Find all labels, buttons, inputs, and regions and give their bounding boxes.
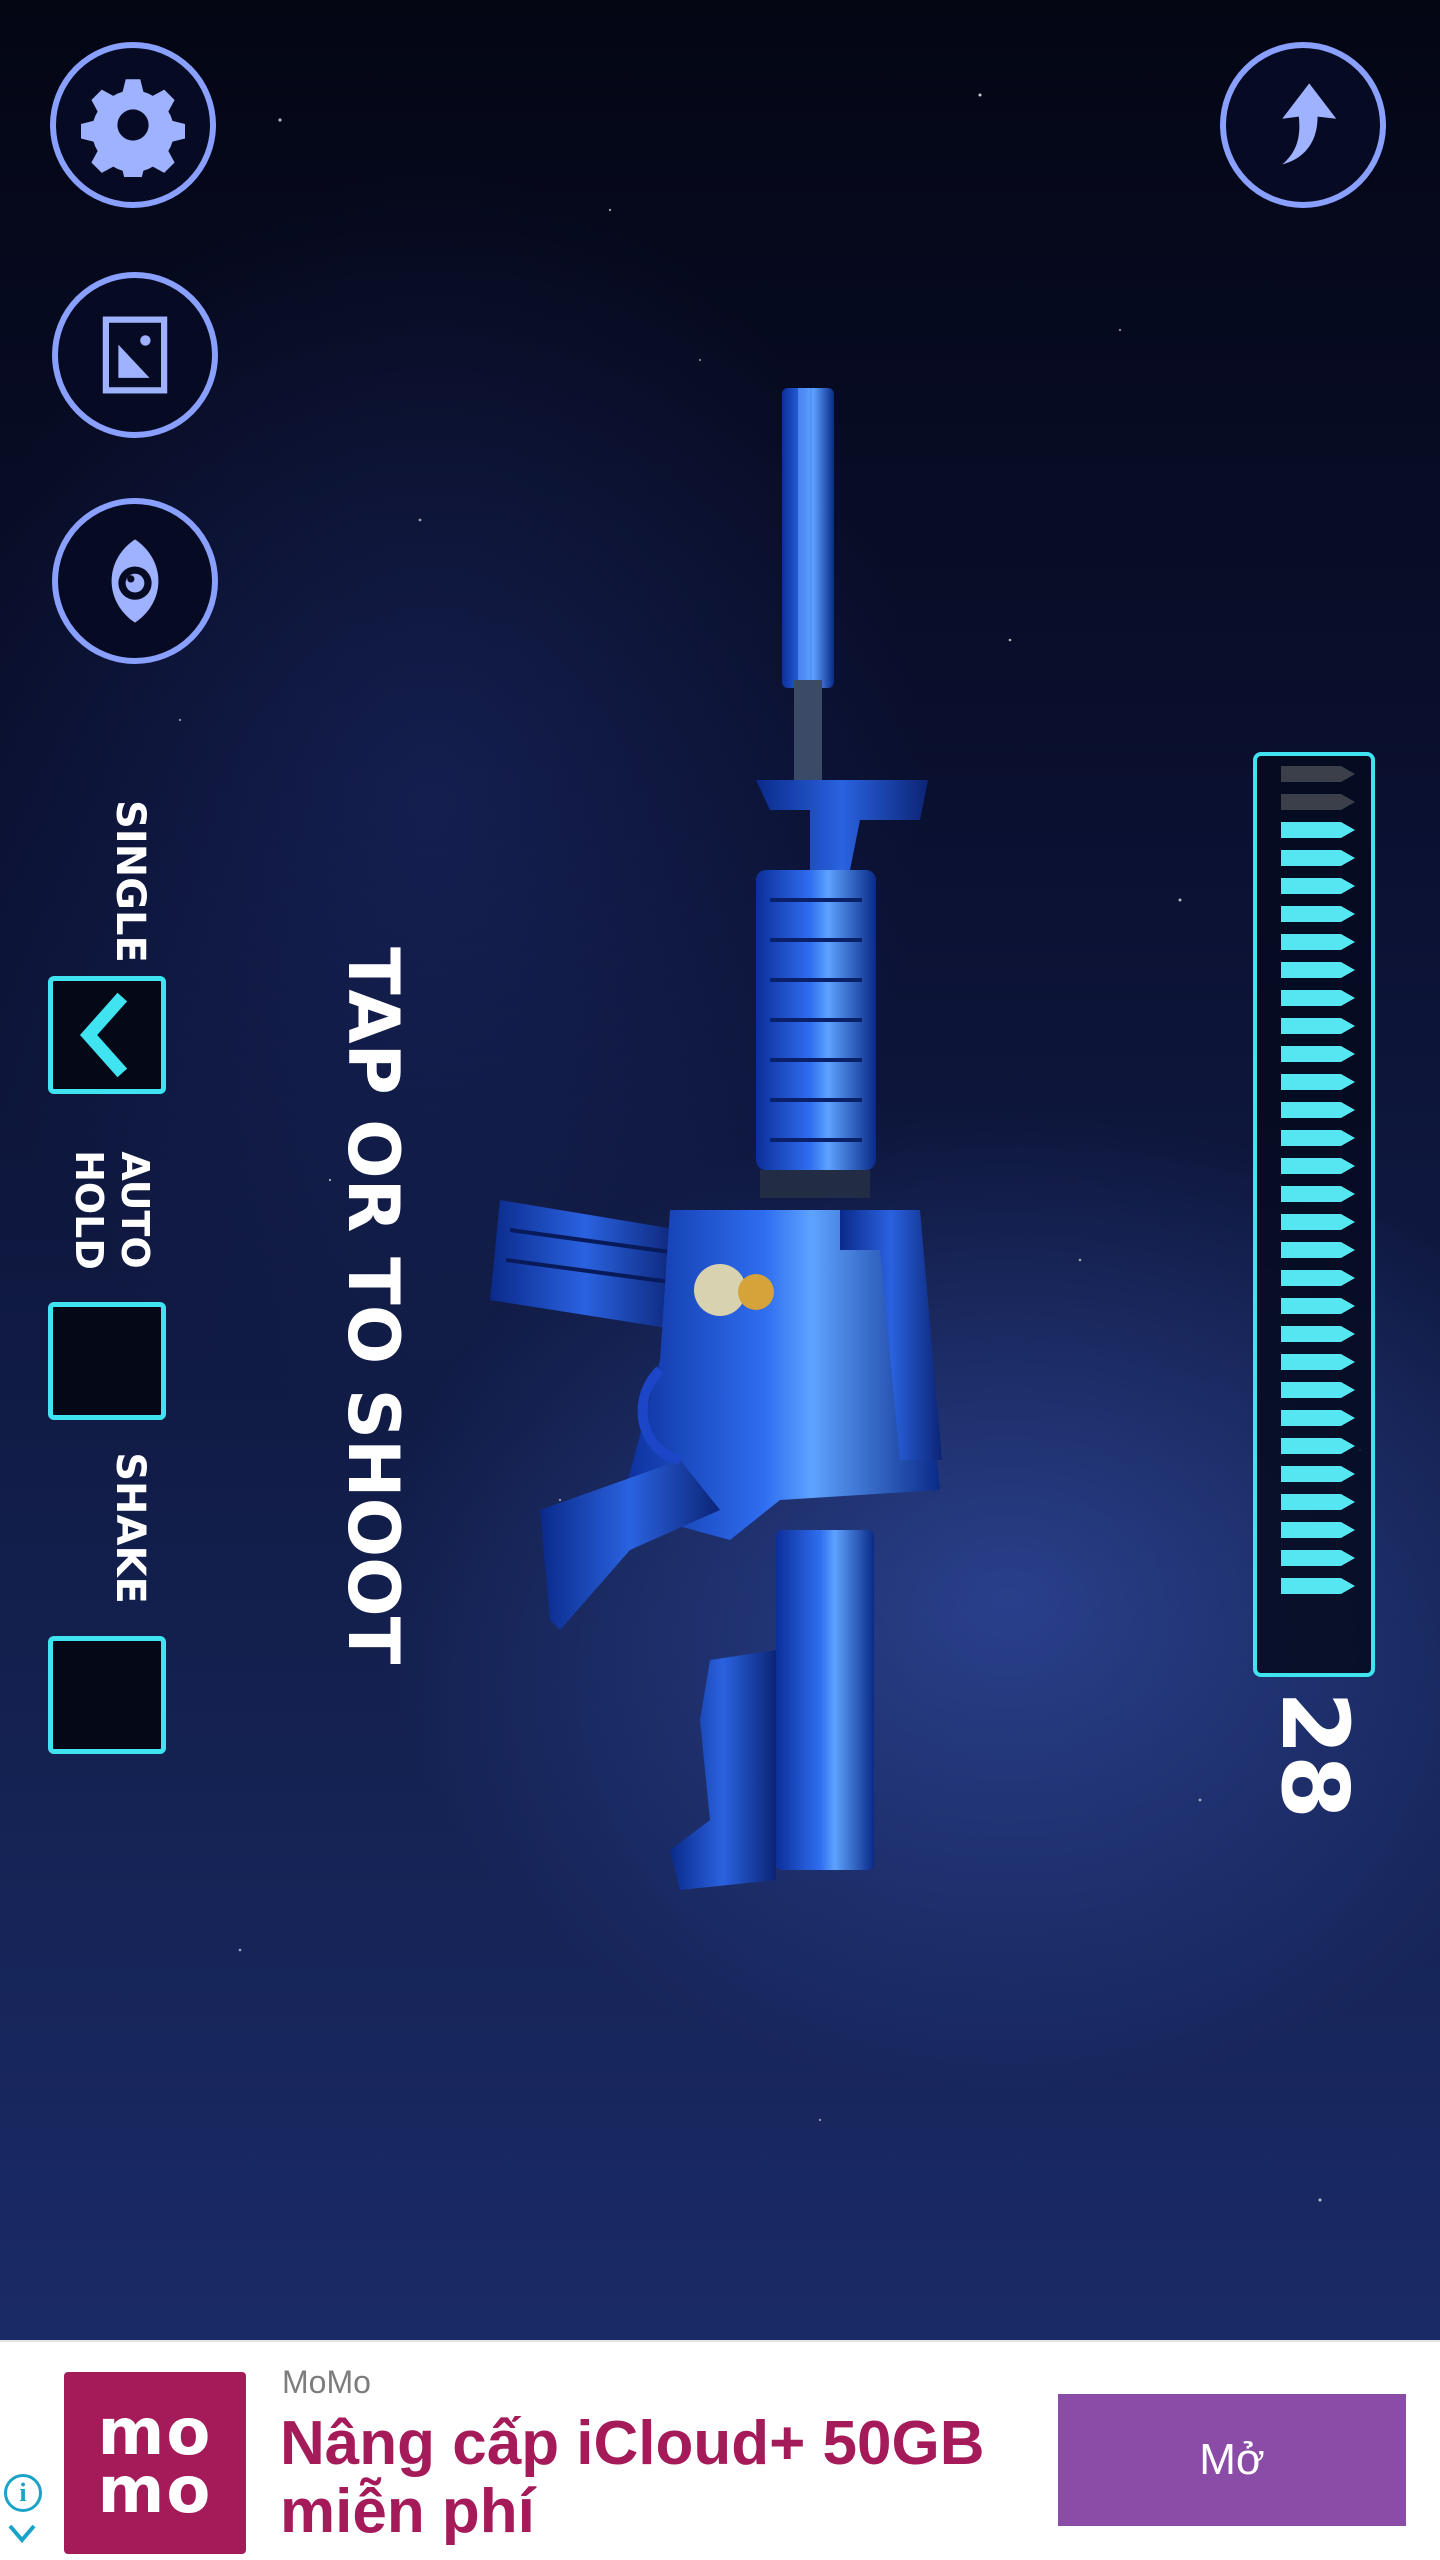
tap-to-shoot-instruction: TAP OR TO SHOOT (332, 947, 414, 1665)
single-mode-label: SINGLE (107, 800, 153, 963)
check-icon (79, 992, 128, 1078)
single-mode-checkbox[interactable] (48, 976, 166, 1094)
auto-label: AUTO (113, 1151, 157, 1269)
gallery-button[interactable] (52, 272, 218, 438)
rifle-image (490, 388, 942, 1890)
auto-hold-mode-label: AUTO HOLD (62, 1147, 158, 1273)
auto-hold-mode-checkbox[interactable] (48, 1302, 166, 1420)
arrow-up-icon (1282, 83, 1337, 165)
ammo-magazine-indicator (1253, 752, 1375, 1677)
gear-icon (81, 79, 185, 177)
ad-banner[interactable]: mo mo MoMo Nâng cấp iCloud+ 50GB miễn ph… (0, 2340, 1440, 2560)
momo-logo[interactable]: mo mo (64, 2372, 246, 2554)
settings-button[interactable] (50, 42, 216, 208)
ad-headline[interactable]: Nâng cấp iCloud+ 50GB miễn phí (280, 2410, 1060, 2560)
ad-open-button[interactable]: Mở (1058, 2394, 1406, 2526)
shake-mode-label: SHAKE (107, 1452, 153, 1604)
share-button[interactable] (1220, 42, 1386, 208)
bullets-display (1281, 766, 1355, 1594)
game-screen: SINGLE AUTO HOLD SHAKE TAP OR TO SHOOT 2… (0, 0, 1440, 2560)
ad-brand-name: MoMo (282, 2364, 371, 2400)
logo-line-2: mo (97, 2454, 213, 2528)
eye-icon (111, 539, 159, 623)
image-icon (102, 316, 168, 394)
chevron-down-icon[interactable] (6, 2520, 38, 2548)
hold-label: HOLD (67, 1150, 111, 1270)
shake-mode-checkbox[interactable] (48, 1636, 166, 1754)
game-area[interactable]: SINGLE AUTO HOLD SHAKE TAP OR TO SHOOT 2… (0, 0, 1440, 2340)
ad-info-icon[interactable]: i (4, 2474, 42, 2512)
ammo-count: 28 (1261, 1690, 1369, 1820)
view-button[interactable] (52, 498, 218, 664)
